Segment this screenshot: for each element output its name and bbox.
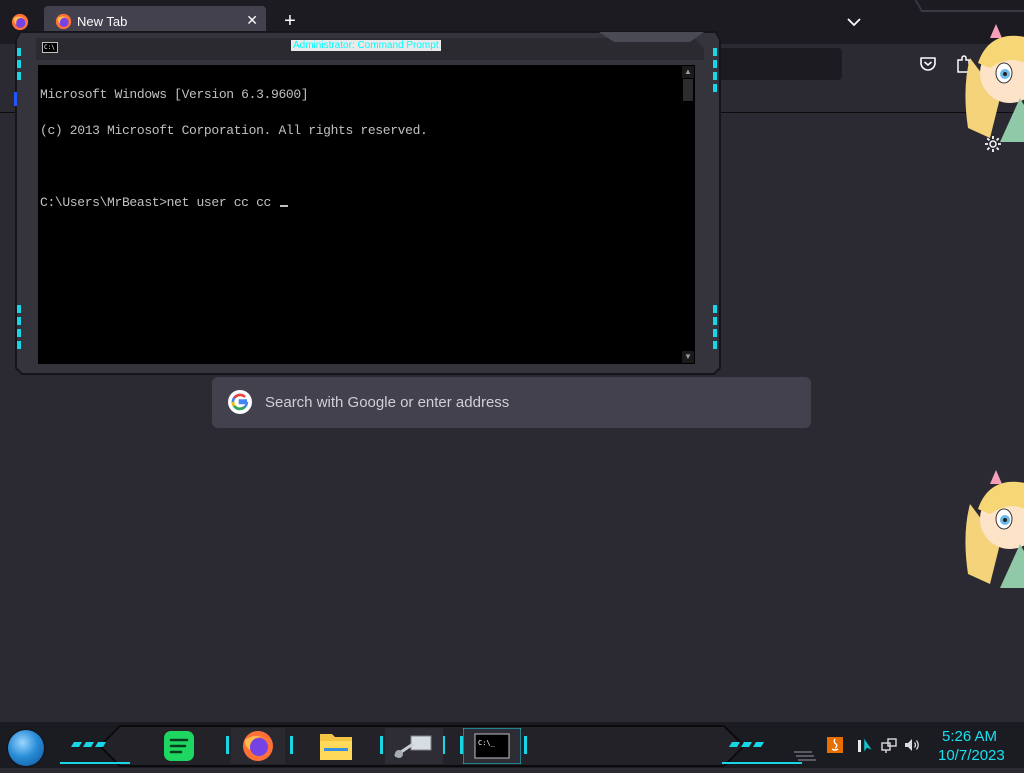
firefox-menu-icon[interactable]: [11, 13, 29, 31]
volume-icon[interactable]: [903, 736, 921, 754]
console-line: Microsoft Windows [Version 6.3.9600]: [40, 87, 309, 102]
chevron-down-icon[interactable]: [844, 12, 864, 32]
search-placeholder: Search with Google or enter address: [265, 394, 510, 411]
scroll-down-arrow-icon[interactable]: ▼: [682, 351, 694, 363]
network-icon[interactable]: [880, 736, 898, 754]
start-button[interactable]: [8, 730, 44, 766]
console-line: (c) 2013 Microsoft Corporation. All righ…: [40, 123, 428, 138]
spotify-icon[interactable]: [150, 728, 208, 764]
firefox-icon: [55, 13, 72, 30]
text-cursor: [280, 205, 289, 207]
java-icon[interactable]: [826, 736, 844, 754]
character-sticker-image: [965, 24, 1024, 142]
command-prompt-icon[interactable]: C:\_: [463, 728, 521, 764]
clock-time[interactable]: 5:26 AM: [942, 728, 997, 745]
console-prompt-line[interactable]: C:\Users\MrBeast>net user cc cc: [40, 195, 278, 210]
theme-decoration: [914, 0, 1024, 12]
window-title: Administrator: Command Prompt: [291, 40, 441, 51]
clock-date[interactable]: 10/7/2023: [938, 747, 1005, 764]
network-app-icon[interactable]: [385, 728, 443, 764]
vertical-scrollbar[interactable]: ▲ ▼: [681, 65, 695, 364]
cmd-system-menu-icon[interactable]: C:\: [42, 42, 58, 53]
tab-title: New Tab: [77, 14, 128, 29]
console-output[interactable]: Microsoft Windows [Version 6.3.9600] (c)…: [38, 65, 695, 364]
pocket-icon[interactable]: [918, 54, 938, 74]
scroll-up-arrow-icon[interactable]: ▲: [682, 66, 694, 78]
search-box[interactable]: Search with Google or enter address: [212, 377, 811, 428]
file-explorer-icon[interactable]: [307, 728, 365, 764]
firefox-icon[interactable]: [229, 728, 287, 764]
cursor-pointer-icon: [858, 737, 873, 753]
command-prompt-window[interactable]: C:\ Administrator: Command Prompt Micros…: [14, 30, 722, 375]
google-logo-icon: [228, 390, 252, 414]
character-sticker-image: [965, 470, 1024, 588]
scroll-thumb[interactable]: [683, 79, 693, 101]
svg-text:C:\_: C:\_: [478, 739, 496, 747]
close-tab-icon[interactable]: ✕: [246, 12, 258, 29]
